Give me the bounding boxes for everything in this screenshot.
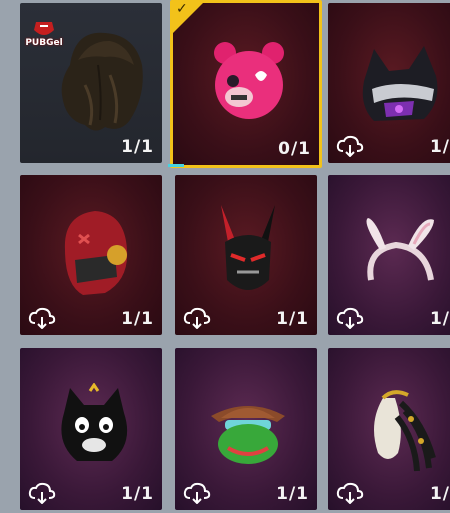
cloud-download-icon (336, 307, 364, 329)
inventory-grid: 1/1 ✓ 0/1 1/ 1/1 1/1 1/ 1/1 1/1 1/ PUBGe… (0, 0, 450, 513)
item-count: 1/ (429, 137, 450, 157)
black-cat-mask-icon (61, 383, 128, 461)
inventory-tile-demon-mask[interactable]: 1/1 (175, 175, 317, 335)
watermark-text: PUBGel (25, 38, 63, 48)
item-count: 0/1 (278, 139, 311, 159)
cloud-download-icon (183, 307, 211, 329)
cloud-download-icon (28, 482, 56, 504)
selection-indicator (168, 164, 184, 167)
cloud-download-icon (336, 482, 364, 504)
item-count: 1/1 (276, 484, 309, 504)
cloud-download-icon (183, 482, 211, 504)
inventory-tile-cyber-cat[interactable]: 1/ (328, 3, 450, 163)
bunny-ears-headband-icon (366, 218, 434, 281)
inventory-tile-pink-bear[interactable]: ✓ 0/1 (170, 0, 322, 168)
frog-hat-mask-icon (211, 406, 285, 464)
cloud-download-icon (28, 307, 56, 329)
inventory-tile-frog-hat[interactable]: 1/1 (175, 348, 317, 510)
item-count: 1/1 (121, 137, 154, 157)
checkmark-icon: ✓ (176, 1, 188, 17)
cloud-download-icon (336, 135, 364, 157)
item-count: 1/ (429, 309, 450, 329)
demon-mask-icon (221, 205, 275, 290)
item-count: 1/1 (276, 309, 309, 329)
inventory-tile-red-armor[interactable]: 1/1 (20, 175, 162, 335)
inventory-tile-bunny-ears[interactable]: 1/ (328, 175, 450, 335)
pink-bear-mask-icon (214, 42, 284, 119)
gold-dreadlocks-mask-icon (374, 390, 436, 472)
inventory-tile-black-cat[interactable]: 1/1 (20, 348, 162, 510)
red-armor-helmet-icon (64, 211, 128, 295)
cyber-cat-helmet-icon (362, 46, 438, 121)
item-count: 1/1 (121, 484, 154, 504)
channel-watermark-logo: PUBGel (22, 20, 66, 56)
item-count: 1/ (429, 484, 450, 504)
item-count: 1/1 (121, 309, 154, 329)
inventory-tile-gold-dreadlocks[interactable]: 1/ (328, 348, 450, 510)
